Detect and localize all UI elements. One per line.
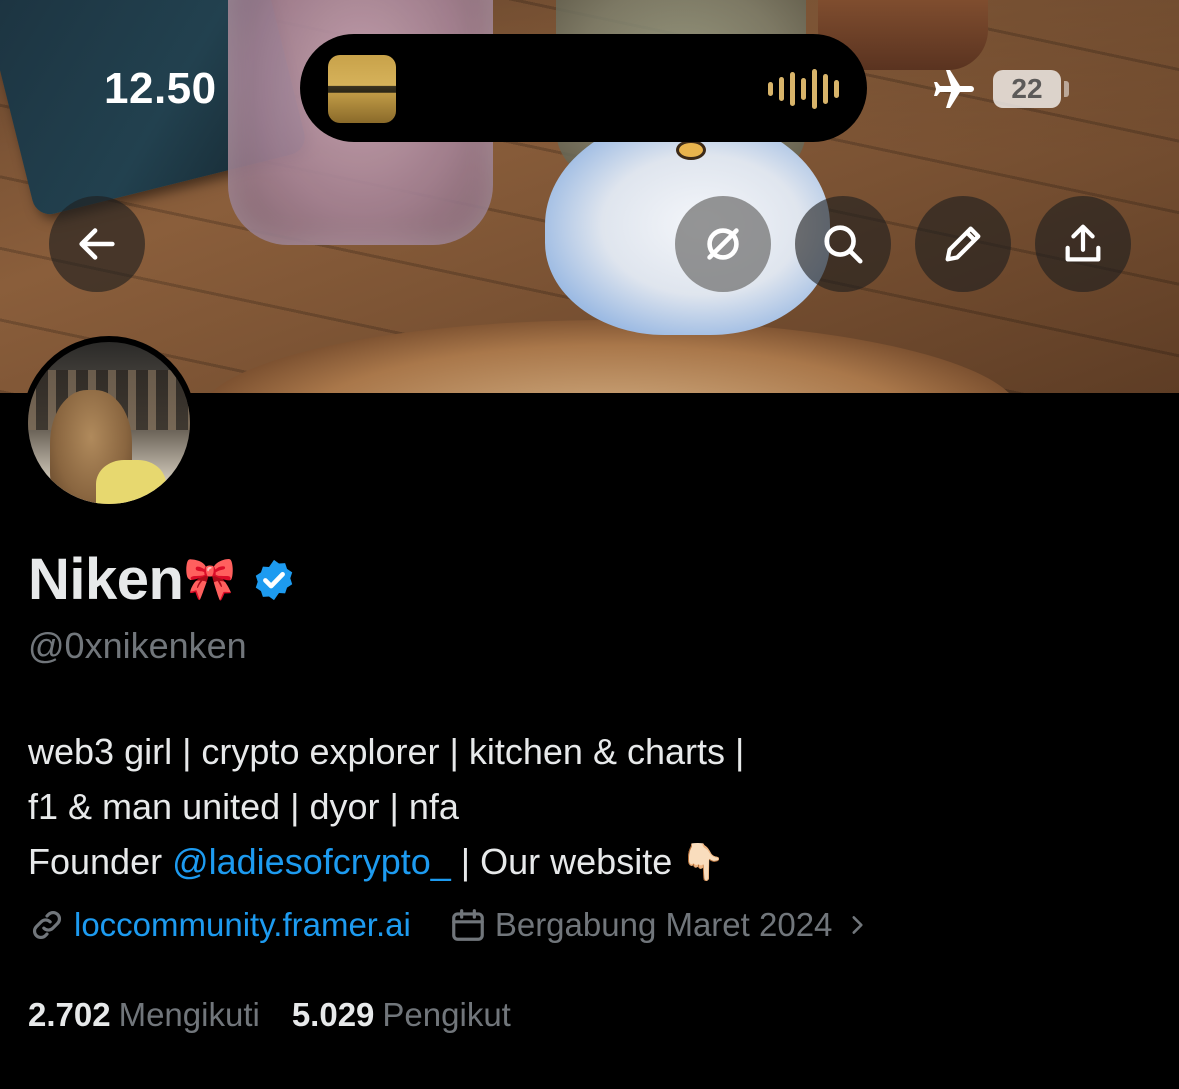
- pointing-down-emoji: 👇🏻: [680, 841, 726, 882]
- followers-label: Pengikut: [382, 996, 511, 1033]
- following-label: Mengikuti: [118, 996, 260, 1033]
- bio-line-2: f1 & man united | dyor | nfa: [28, 786, 459, 827]
- bio-website-text: | Our website: [450, 841, 673, 882]
- profile-handle: @0xnikenken: [28, 625, 247, 666]
- following-link[interactable]: 2.702 Mengikuti: [28, 996, 260, 1034]
- status-time: 12.50: [104, 64, 217, 113]
- bio-mention-link[interactable]: @ladiesofcrypto_: [172, 841, 451, 882]
- bio-line-3: Founder @ladiesofcrypto_ | Our website 👇🏻: [28, 834, 744, 889]
- website-link[interactable]: loccommunity.framer.ai: [74, 906, 411, 944]
- joined-text: Bergabung Maret 2024: [494, 906, 833, 943]
- airplane-mode-icon: [934, 70, 974, 108]
- follow-stats: 2.702 Mengikuti 5.029 Pengikut: [28, 996, 511, 1034]
- bio-founder-text: Founder: [28, 841, 173, 882]
- banner-penguin-beak: [676, 140, 706, 160]
- avatar-person-shirt: [96, 460, 166, 504]
- battery-icon: 22: [993, 70, 1061, 108]
- avatar-photo: [28, 342, 190, 504]
- battery-level: 22: [1011, 73, 1043, 104]
- now-playing-waveform-icon: [768, 68, 839, 110]
- calendar-icon: [451, 909, 484, 941]
- followers-count: 5.029: [291, 996, 375, 1033]
- followers-link[interactable]: 5.029 Pengikut: [292, 996, 511, 1034]
- following-count: 2.702: [28, 996, 111, 1033]
- link-icon: [33, 911, 61, 939]
- profile-name-row: Niken 🎀: [28, 546, 297, 613]
- grok-button[interactable]: [675, 196, 771, 292]
- profile-bio: web3 girl | crypto explorer | kitchen & …: [28, 724, 744, 889]
- profile-page: 12.50 22 Niken 🎀 @0xnikenken web3 girl |…: [0, 0, 1179, 1089]
- dynamic-island[interactable]: [300, 34, 867, 142]
- back-button[interactable]: [49, 196, 145, 292]
- avatar[interactable]: [22, 336, 196, 510]
- share-button[interactable]: [1035, 196, 1131, 292]
- bio-line-1: web3 girl | crypto explorer | kitchen & …: [28, 731, 745, 772]
- share-icon: [1065, 224, 1101, 262]
- edit-button[interactable]: [915, 196, 1011, 292]
- arrow-left-icon: [79, 228, 115, 260]
- banner-pizza: [200, 320, 1020, 393]
- search-button[interactable]: [795, 196, 891, 292]
- pencil-icon: [945, 226, 981, 262]
- name-emoji: 🎀: [183, 555, 236, 602]
- profile-meta-row: loccommunity.framer.ai Bergabung Maret 2…: [28, 906, 870, 944]
- verified-badge-icon[interactable]: [251, 557, 297, 603]
- display-name: Niken: [28, 547, 184, 612]
- joined-date[interactable]: Bergabung Maret 2024: [449, 906, 871, 944]
- search-icon: [824, 225, 863, 264]
- chevron-right-icon: [852, 916, 864, 934]
- battery-nub: [1064, 81, 1069, 97]
- now-playing-artwork: [328, 55, 396, 123]
- grok-icon: [707, 228, 739, 260]
